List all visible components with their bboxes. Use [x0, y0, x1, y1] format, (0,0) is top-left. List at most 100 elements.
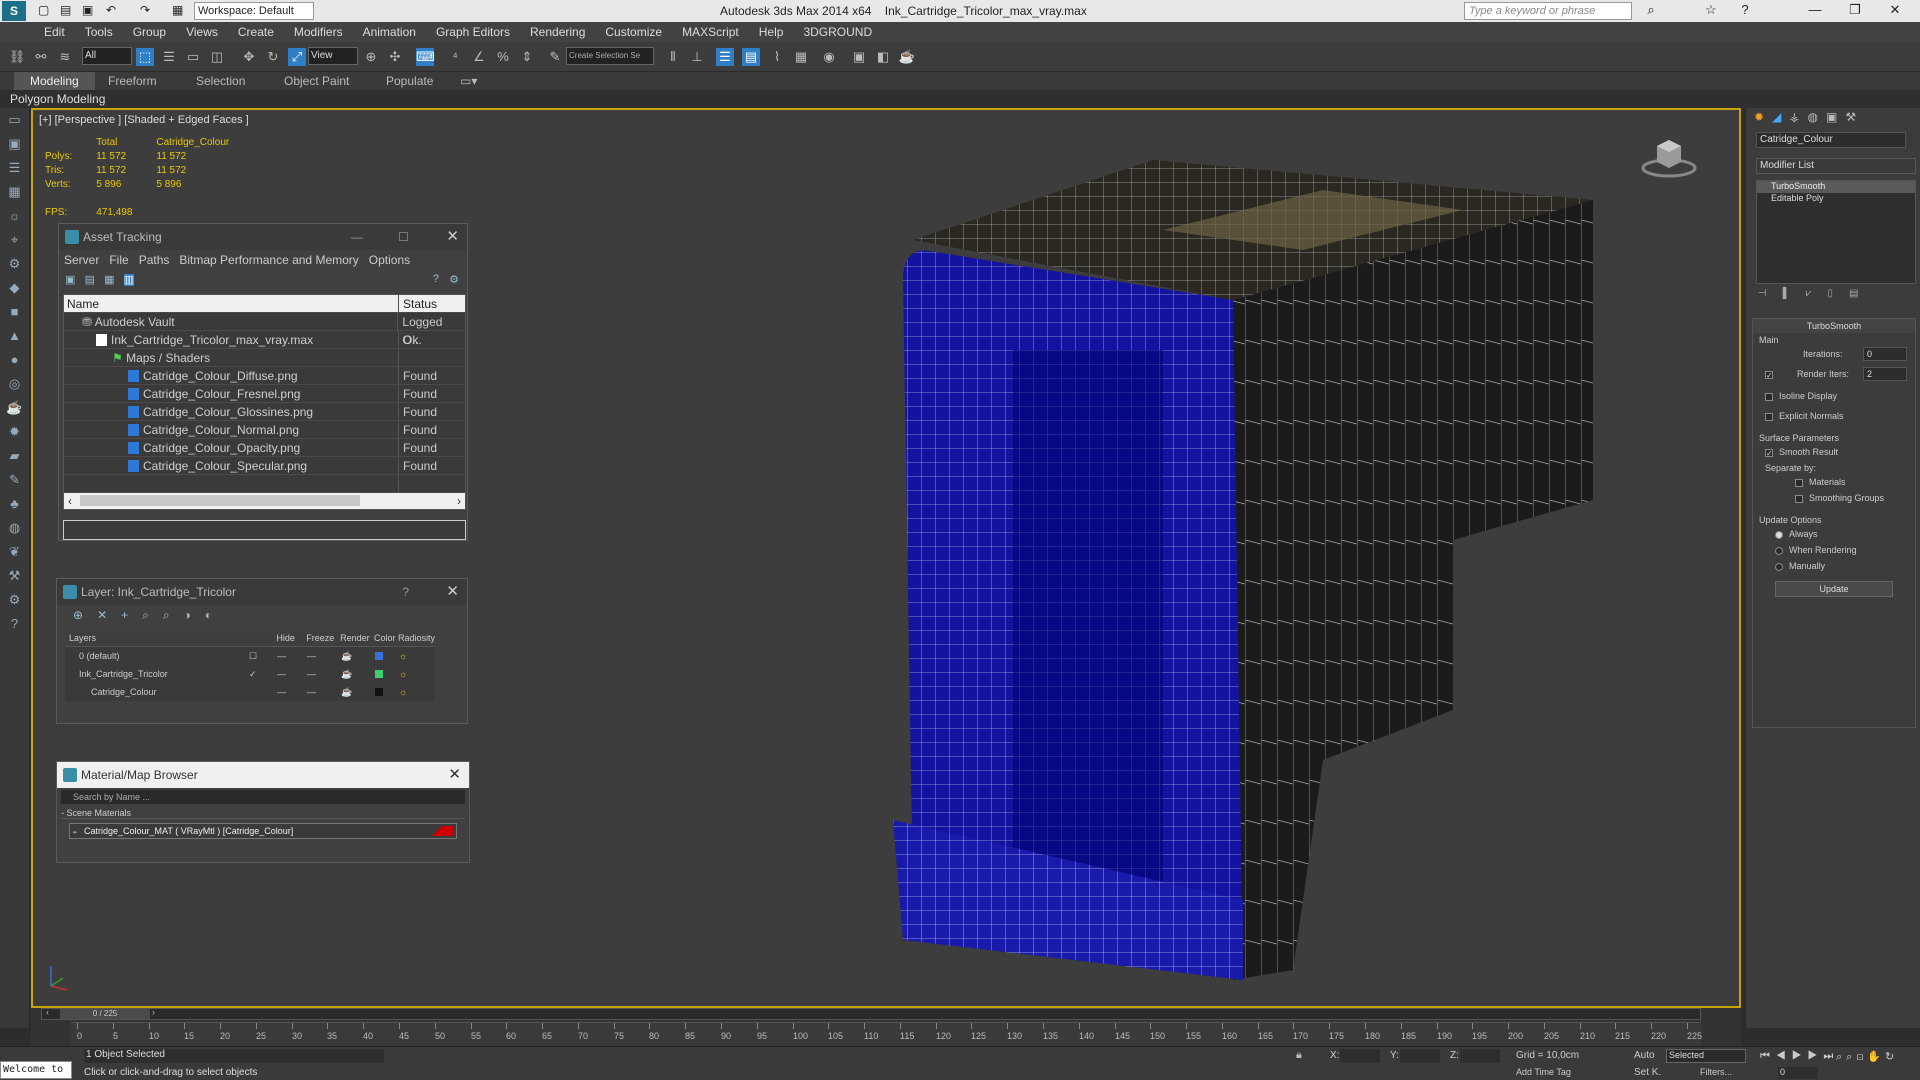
layer-color-swatch[interactable] — [375, 688, 383, 696]
set-key-button[interactable]: Set K. — [1634, 1067, 1661, 1078]
plane-icon[interactable]: ▰ — [0, 444, 29, 468]
go-to-start-icon[interactable]: ⏮ — [1760, 1050, 1776, 1062]
table-icon[interactable]: ▦ — [104, 274, 114, 286]
percent-snap-icon[interactable]: % — [494, 48, 512, 66]
x-coordinate-field[interactable] — [1340, 1049, 1380, 1063]
torus-icon[interactable]: ◎ — [0, 372, 29, 396]
maximize-button[interactable]: ❐ — [1840, 2, 1870, 18]
undo-icon[interactable]: ↶ — [106, 3, 116, 17]
rect-selection-icon[interactable]: ▭ — [184, 48, 202, 66]
render-production-icon[interactable]: ☕ — [898, 48, 916, 66]
layer-color-swatch[interactable] — [375, 670, 383, 678]
col-name[interactable]: Name — [64, 295, 399, 312]
col-layers[interactable]: Layers — [65, 633, 276, 643]
unlink-icon[interactable]: ⚯ — [32, 48, 50, 66]
ribbon-tab-populate[interactable]: Populate — [386, 74, 433, 88]
active-layer-check[interactable]: ✓ — [249, 669, 277, 680]
close-icon[interactable]: ✕ — [448, 762, 461, 788]
table-row[interactable]: Ink_Cartridge_Tricolor_max_vray.max Ok — [64, 331, 465, 349]
star-icon[interactable]: ☆ — [1696, 2, 1726, 18]
col-color[interactable]: Color — [374, 633, 398, 643]
layer-row[interactable]: Catridge_Colour — — ☕ ☼ — [65, 683, 435, 701]
named-selection-dropdown[interactable]: Create Selection Se — [566, 47, 654, 65]
render-setup-icon[interactable]: ▣ — [850, 48, 868, 66]
table-row[interactable]: Catridge_Colour_Fresnel.png Found — [64, 385, 465, 403]
helper-icon[interactable]: ⚙ — [0, 252, 29, 276]
app-logo[interactable]: S — [2, 1, 26, 21]
create-layer-icon[interactable]: ⊕ — [73, 608, 97, 622]
zoom-icon[interactable]: ⌕ — [1836, 1051, 1846, 1063]
close-button[interactable]: ✕ — [1880, 2, 1910, 18]
stack-item-editable-poly[interactable]: Editable Poly — [1757, 193, 1915, 205]
settings-icon[interactable]: ⚙ — [449, 273, 459, 286]
time-slider-next-icon[interactable]: › — [152, 1007, 155, 1017]
table-row[interactable]: ⛃ Autodesk Vault Logged O... — [64, 313, 465, 347]
display-tab-icon[interactable]: ▣ — [1826, 110, 1845, 124]
at-menu-paths[interactable]: Paths — [134, 250, 175, 270]
menu-edit[interactable]: Edit — [34, 22, 75, 42]
render-teapot-icon[interactable]: ☕ — [341, 687, 375, 698]
time-slider-thumb[interactable]: 0 / 225 — [60, 1009, 150, 1019]
zoom-all-icon[interactable]: ⌕ — [1846, 1051, 1856, 1063]
menu-maxscript[interactable]: MAXScript — [672, 22, 749, 42]
menu-rendering[interactable]: Rendering — [520, 22, 595, 42]
make-unique-icon[interactable]: ⩗ — [1806, 288, 1828, 299]
table-row[interactable]: Catridge_Colour_Normal.png Found — [64, 421, 465, 439]
frame-ruler[interactable]: 0 5 10 15 20 25 30 35 40 45 50 55 60 65 70 75 80 85 90 95 10… — [71, 1022, 1702, 1046]
sphere-icon[interactable]: ● — [0, 348, 29, 372]
remove-modifier-icon[interactable]: ▯ — [1827, 288, 1849, 299]
spacewarp-icon[interactable]: ◆ — [0, 276, 29, 300]
table-row[interactable]: ⚑ Maps / Shaders — [64, 349, 465, 367]
prev-frame-icon[interactable]: ◀ — [1776, 1050, 1792, 1062]
menu-animation[interactable]: Animation — [353, 22, 426, 42]
lock-selection-icon[interactable]: 🔒︎ — [1296, 1049, 1302, 1062]
manually-radio[interactable] — [1775, 563, 1783, 571]
redo-icon[interactable]: ↷ — [140, 3, 150, 17]
project-icon[interactable]: ▦ — [172, 3, 183, 17]
layer-row[interactable]: Ink_Cartridge_Tricolor ✓ — — ☕ ☼ — [65, 665, 435, 683]
camera-icon[interactable]: ⌖ — [0, 228, 29, 252]
open-file-icon[interactable]: ▤ — [60, 3, 71, 17]
orbit-icon[interactable]: ↻ — [1885, 1051, 1898, 1063]
freeze-toggle[interactable]: — — [307, 687, 341, 697]
ink-cartridge-model[interactable] — [893, 140, 1653, 1000]
sun-icon[interactable]: ✹ — [0, 420, 29, 444]
ribbon-tab-selection[interactable]: Selection — [196, 74, 245, 88]
modify-tab-icon[interactable]: ◢ — [1772, 110, 1789, 124]
polygon-modeling-tab[interactable]: Polygon Modeling — [10, 92, 105, 106]
menu-modifiers[interactable]: Modifiers — [284, 22, 353, 42]
show-end-result-icon[interactable]: ▌ — [1783, 288, 1806, 299]
paint-icon[interactable]: ✎ — [0, 468, 29, 492]
menu-create[interactable]: Create — [228, 22, 284, 42]
reference-coordinate-dropdown[interactable]: View — [308, 47, 358, 65]
graph-icon[interactable]: ☰ — [0, 156, 29, 180]
material-editor-icon[interactable]: ◉ — [820, 48, 838, 66]
close-icon[interactable]: ✕ — [446, 224, 459, 250]
object-name-field[interactable]: Catridge_Colour — [1756, 132, 1906, 148]
help-icon[interactable]: ? — [433, 273, 439, 285]
at-menu-bitmap[interactable]: Bitmap Performance and Memory — [174, 250, 363, 270]
tool-icon[interactable]: ⚒ — [0, 564, 29, 588]
manipulate-icon[interactable]: ✣ — [386, 48, 404, 66]
teapot-icon[interactable]: ☕ — [0, 396, 29, 420]
refresh-icon[interactable]: ▣ — [65, 274, 75, 286]
freeze-toggle[interactable]: — — [307, 651, 341, 661]
workspace-dropdown[interactable]: Workspace: Default — [194, 2, 314, 20]
explicit-normals-checkbox[interactable] — [1765, 413, 1773, 421]
play-icon[interactable]: ▶ — [1792, 1050, 1808, 1062]
leaf-icon[interactable]: ❦ — [0, 540, 29, 564]
viewport-icon[interactable]: ▭ — [0, 108, 29, 132]
hierarchy-tab-icon[interactable]: ⚶ — [1789, 110, 1807, 124]
list-icon[interactable]: ▤ — [85, 274, 95, 286]
align-icon[interactable]: ⊥ — [688, 48, 706, 66]
selection-filter-dropdown[interactable]: All — [82, 47, 132, 65]
layer-row[interactable]: 0 (default) ☐ — — ☕ ☼ — [65, 647, 435, 665]
stack-item-turbosmooth[interactable]: TurboSmooth — [1757, 181, 1915, 193]
active-layer-toggle[interactable]: ☐ — [249, 651, 277, 662]
layer-color-swatch[interactable] — [375, 652, 383, 660]
material-browser-titlebar[interactable]: Material/Map Browser ✕ — [57, 762, 469, 788]
layer-manager-titlebar[interactable]: Layer: Ink_Cartridge_Tricolor? ✕ — [57, 579, 467, 605]
key-filters-button[interactable]: Filters... — [1700, 1067, 1732, 1077]
time-slider-prev-icon[interactable]: ‹ — [46, 1007, 49, 1017]
menu-tools[interactable]: Tools — [75, 22, 123, 42]
